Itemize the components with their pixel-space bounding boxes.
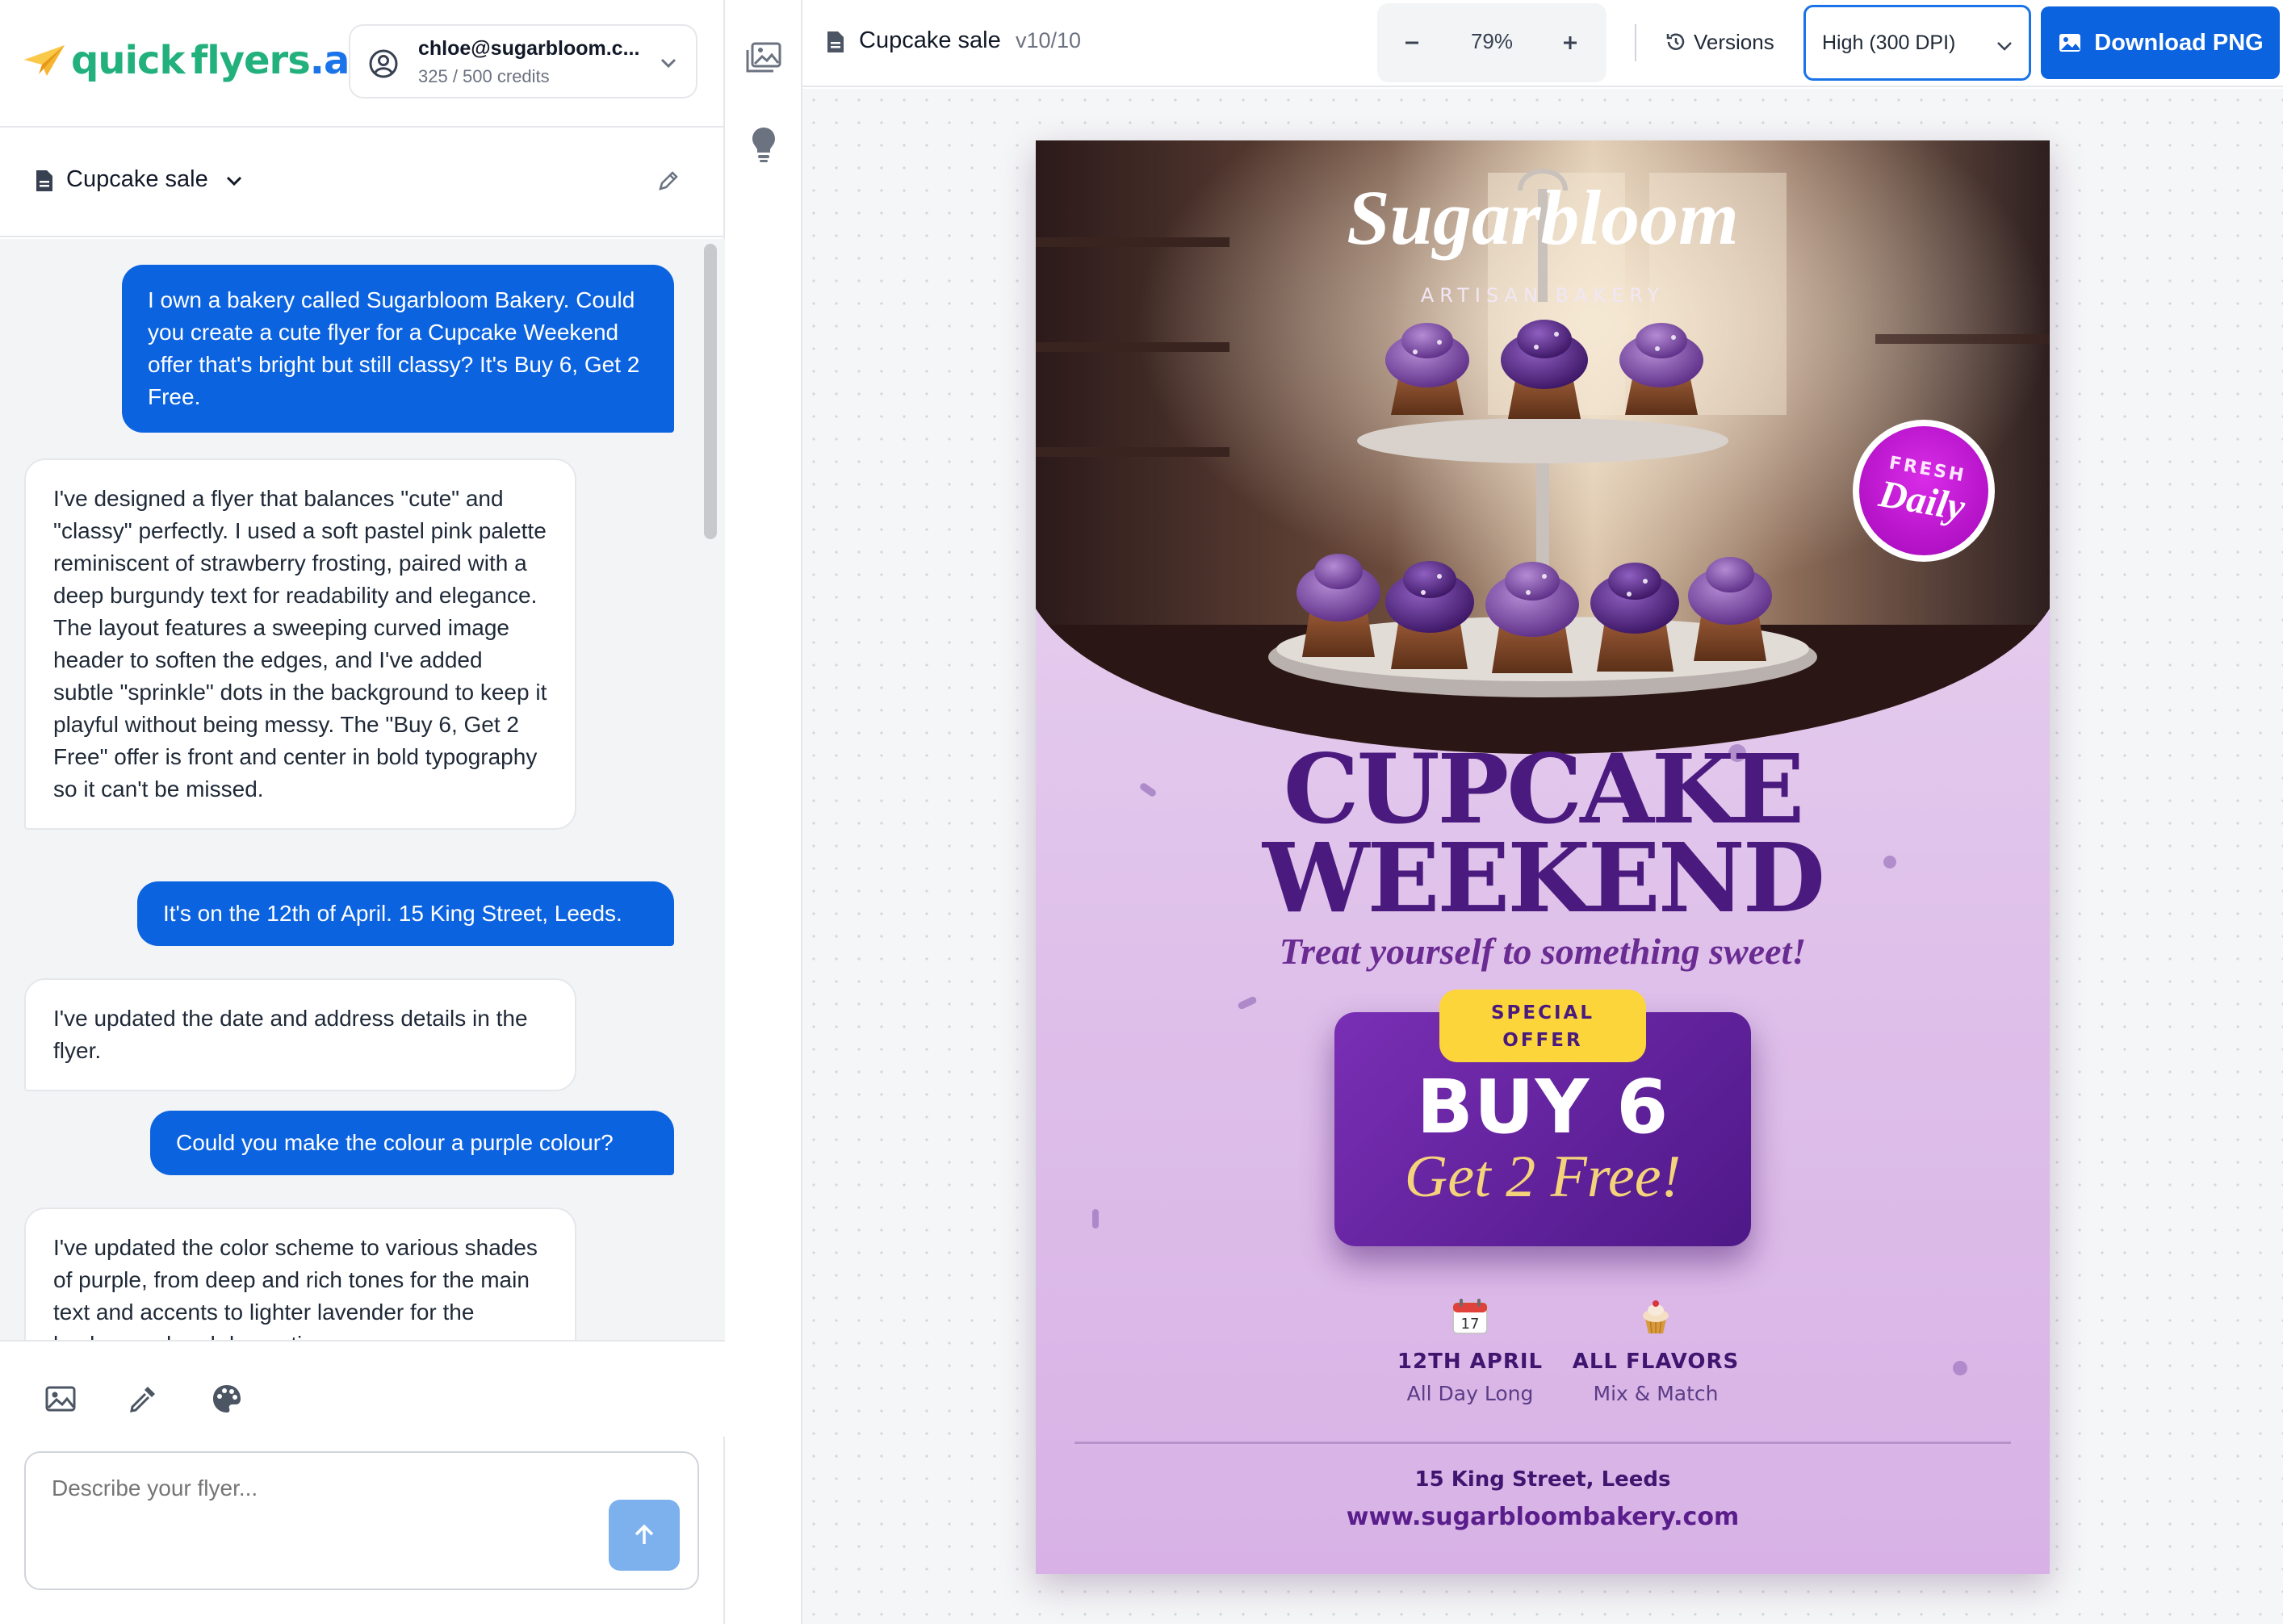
account-email: chloe@sugarbloom.c... xyxy=(418,37,640,60)
palette-icon[interactable] xyxy=(210,1382,244,1416)
dpi-select[interactable]: High (300 DPI) xyxy=(1803,5,2031,81)
image-icon[interactable] xyxy=(44,1382,77,1416)
version-indicator: v10/10 xyxy=(1016,28,1082,52)
eyedropper-icon[interactable] xyxy=(126,1382,160,1416)
user-circle-icon xyxy=(369,49,398,78)
document-icon xyxy=(827,31,844,52)
lightbulb-icon[interactable] xyxy=(743,123,785,165)
download-label: Download PNG xyxy=(2094,29,2264,56)
feature-flavors-sub: Mix & Match xyxy=(1593,1382,1719,1405)
zoom-in-button[interactable] xyxy=(1550,23,1590,63)
offer-badge-line1: SPECIAL xyxy=(1490,1002,1595,1023)
user-message: I own a bakery called Sugarbloom Bakery.… xyxy=(122,265,674,433)
feature-date-sub: All Day Long xyxy=(1406,1382,1534,1405)
flyer-title-line2: WEEKEND xyxy=(1262,822,1825,934)
send-button[interactable] xyxy=(609,1500,680,1571)
assistant-message: I've updated the date and address detail… xyxy=(24,978,576,1091)
feature-date: 17 12TH APRIL All Day Long xyxy=(1365,1296,1575,1405)
zoom-out-button[interactable] xyxy=(1392,23,1432,63)
toolbar-separator xyxy=(1635,24,1636,61)
plus-icon xyxy=(1564,36,1577,49)
dpi-selected-value: High (300 DPI) xyxy=(1822,31,1956,54)
assistant-message: I've designed a flyer that balances "cut… xyxy=(24,458,576,830)
flyer-preview[interactable]: Sugarbloom ARTISAN BAKERY FRESH Daily CU… xyxy=(1036,140,2050,1574)
account-credits: 325 / 500 credits xyxy=(418,66,550,86)
user-message: Could you make the colour a purple colou… xyxy=(150,1111,674,1175)
feature-flavors: ALL FLAVORS Mix & Match xyxy=(1551,1296,1761,1405)
history-icon xyxy=(1666,33,1685,50)
prompt-input-box[interactable] xyxy=(24,1451,699,1590)
chevron-down-icon[interactable] xyxy=(224,174,244,189)
offer-main-text: BUY 6 xyxy=(1416,1064,1669,1150)
sprinkle-decoration xyxy=(1092,1209,1099,1228)
user-message: It's on the 12th of April. 15 King Stree… xyxy=(137,881,674,946)
arrow-up-icon xyxy=(635,1524,654,1544)
offer-sub-text: Get 2 Free! xyxy=(1404,1144,1682,1210)
gallery-icon[interactable] xyxy=(743,37,785,79)
flyer-logo-sub: ARTISAN BAKERY xyxy=(1421,284,1665,307)
versions-label: Versions xyxy=(1694,29,1774,54)
fresh-daily-badge: FRESH Daily xyxy=(1853,420,1995,562)
chevron-down-icon xyxy=(660,58,677,69)
flyer-tagline: Treat yourself to something sweet! xyxy=(1279,931,1807,972)
download-image-icon xyxy=(2059,34,2081,52)
project-selector-row: Cupcake sale xyxy=(0,128,725,237)
feature-flavors-title: ALL FLAVORS xyxy=(1572,1350,1740,1374)
composer-tools xyxy=(0,1340,725,1437)
chat-panel: quick flyers .ai chloe@sugarbloom.c... 3… xyxy=(0,0,725,1624)
special-offer-badge: SPECIAL OFFER xyxy=(1439,990,1646,1062)
offer-badge-line2: OFFER xyxy=(1502,1030,1583,1051)
calendar-icon: 17 xyxy=(1452,1299,1488,1334)
cupcake-icon xyxy=(1643,1300,1669,1334)
flyer-logo-script: Sugarbloom xyxy=(1347,174,1738,261)
sprinkle-decoration xyxy=(1237,995,1258,1011)
pencil-icon[interactable] xyxy=(657,170,680,192)
brand-part-flyers: flyers xyxy=(191,38,310,83)
chevron-down-icon xyxy=(1997,42,2012,51)
account-menu[interactable]: chloe@sugarbloom.c... 325 / 500 credits xyxy=(349,24,697,98)
prompt-input[interactable] xyxy=(26,1453,591,1588)
download-png-button[interactable]: Download PNG xyxy=(2041,6,2280,79)
project-name[interactable]: Cupcake sale xyxy=(66,166,208,193)
flyer-address: 15 King Street, Leeds xyxy=(1414,1467,1671,1492)
zoom-level: 79% xyxy=(1470,29,1514,53)
svg-text:17: 17 xyxy=(1461,1316,1480,1333)
feature-date-title: 12TH APRIL xyxy=(1397,1350,1544,1374)
brand-part-quick: quick xyxy=(71,38,185,83)
icon-rail xyxy=(725,0,802,1624)
assistant-message: I've updated the color scheme to various… xyxy=(24,1208,576,1340)
chat-scrollbar[interactable] xyxy=(704,244,717,539)
hero-cupcake-image: Sugarbloom ARTISAN BAKERY FRESH Daily xyxy=(1036,140,2050,754)
chat-messages[interactable]: I own a bakery called Sugarbloom Bakery.… xyxy=(0,239,725,1340)
zoom-controls: 79% xyxy=(1377,3,1606,82)
sprinkle-decoration xyxy=(1953,1361,1967,1375)
flyer-divider xyxy=(1074,1442,2011,1444)
flyer-website: www.sugarbloombakery.com xyxy=(1346,1503,1740,1531)
document-icon xyxy=(36,170,52,191)
document-title: Cupcake sale xyxy=(859,27,1001,53)
paper-plane-logo-icon xyxy=(24,45,65,76)
brand-logo[interactable]: quick flyers .ai xyxy=(23,32,362,89)
editor-toolbar: Cupcake sale v10/10 79% Versions High (3… xyxy=(802,0,2283,87)
versions-button[interactable]: Versions xyxy=(1665,24,1774,60)
minus-icon xyxy=(1405,41,1418,44)
